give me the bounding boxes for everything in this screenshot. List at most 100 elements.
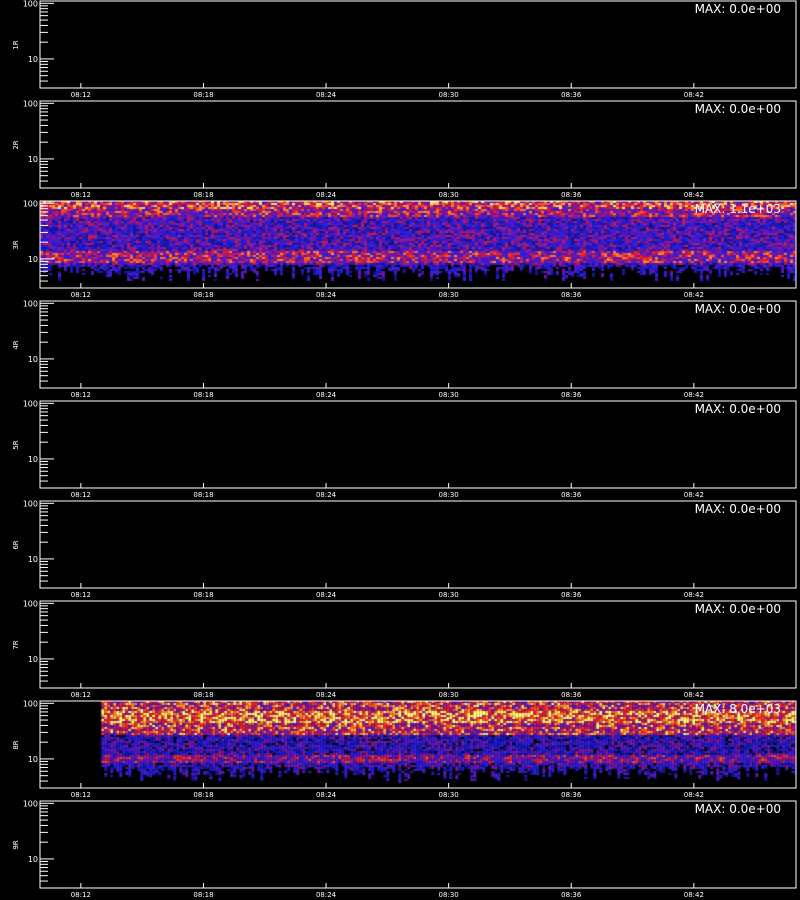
max-annotation: MAX: 0.0e+00 bbox=[695, 102, 781, 116]
panel-9r: 10 100 9R 08:12 08:18 08:24 08:30 08:36 08:42 MAX… bbox=[12, 799, 797, 899]
max-annotation: MAX: 0.0e+00 bbox=[695, 402, 781, 416]
x-tick-label: 08:12 bbox=[71, 91, 91, 99]
x-tick-label: 08:42 bbox=[684, 391, 704, 399]
panel-label: 8R bbox=[12, 740, 20, 749]
max-annotation: MAX: 0.0e+00 bbox=[695, 2, 781, 16]
x-tick-label: 08:24 bbox=[316, 191, 337, 199]
panel-frame bbox=[39, 600, 797, 689]
panel-8r: 10 100 8R 08:12 08:18 08:24 08:30 08:36 08:42 MAX… bbox=[12, 699, 797, 799]
y-tick-label: 100 bbox=[23, 499, 38, 508]
x-tick-label: 08:36 bbox=[561, 891, 582, 899]
x-tick-label: 08:42 bbox=[684, 491, 704, 499]
panel-label: 9R bbox=[12, 840, 20, 849]
x-tick-label: 08:18 bbox=[193, 891, 213, 899]
panel-frame bbox=[39, 100, 797, 189]
x-tick-label: 08:12 bbox=[71, 291, 91, 299]
x-tick-label: 08:18 bbox=[193, 191, 213, 199]
x-tick-label: 08:30 bbox=[439, 691, 459, 699]
x-tick-label: 08:18 bbox=[193, 291, 213, 299]
x-tick-label: 08:24 bbox=[316, 391, 337, 399]
y-axis: 10 100 bbox=[23, 99, 54, 189]
panel-frame bbox=[39, 400, 797, 489]
x-tick-label: 08:42 bbox=[684, 891, 704, 899]
panel-6r: 10 100 6R 08:12 08:18 08:24 08:30 08:36 08:42 MAX… bbox=[12, 499, 797, 599]
panel-frame bbox=[39, 500, 797, 589]
x-tick-label: 08:42 bbox=[684, 191, 704, 199]
x-tick-label: 08:12 bbox=[71, 491, 91, 499]
y-axis: 10 100 bbox=[23, 299, 54, 389]
heatmap-image bbox=[40, 201, 796, 288]
y-tick-label: 100 bbox=[23, 799, 38, 808]
y-tick-label: 100 bbox=[23, 199, 38, 208]
x-tick-label: 08:42 bbox=[684, 691, 704, 699]
x-tick-label: 08:24 bbox=[316, 691, 337, 699]
y-tick-label: 10 bbox=[28, 655, 38, 664]
x-tick-label: 08:30 bbox=[439, 291, 459, 299]
x-axis: 08:12 08:18 08:24 08:30 08:36 08:42 bbox=[71, 83, 704, 99]
x-tick-label: 08:36 bbox=[561, 391, 582, 399]
panel-label: 4R bbox=[12, 340, 20, 349]
y-tick-label: 100 bbox=[23, 299, 38, 308]
y-axis: 10 100 bbox=[23, 0, 54, 89]
x-axis: 08:12 08:18 08:24 08:30 08:36 08:42 bbox=[71, 683, 704, 699]
y-axis: 10 100 bbox=[23, 499, 54, 589]
y-axis: 10 100 bbox=[23, 599, 54, 689]
y-axis: 10 100 bbox=[23, 399, 54, 489]
panel-label: 5R bbox=[12, 440, 20, 449]
x-tick-label: 08:18 bbox=[193, 91, 213, 99]
panel-frame bbox=[39, 800, 797, 889]
x-tick-label: 08:12 bbox=[71, 591, 91, 599]
panel-1r: 10 100 1R 08:12 08:18 08:24 08:30 08:36 08:42 MAX… bbox=[12, 0, 797, 99]
x-axis: 08:12 08:18 08:24 08:30 08:36 08:42 bbox=[71, 183, 704, 199]
x-tick-label: 08:18 bbox=[193, 491, 213, 499]
x-tick-label: 08:42 bbox=[684, 291, 704, 299]
x-tick-label: 08:30 bbox=[439, 791, 459, 799]
panel-label: 3R bbox=[12, 240, 20, 249]
x-tick-label: 08:42 bbox=[684, 91, 704, 99]
x-axis: 08:12 08:18 08:24 08:30 08:36 08:42 bbox=[71, 883, 704, 899]
heatmap-image bbox=[40, 701, 796, 788]
x-axis: 08:12 08:18 08:24 08:30 08:36 08:42 bbox=[71, 383, 704, 399]
x-tick-label: 08:30 bbox=[439, 91, 459, 99]
x-tick-label: 08:18 bbox=[193, 591, 213, 599]
x-tick-label: 08:36 bbox=[561, 591, 582, 599]
x-tick-label: 08:12 bbox=[71, 691, 91, 699]
x-tick-label: 08:18 bbox=[193, 391, 213, 399]
x-tick-label: 08:36 bbox=[561, 491, 582, 499]
max-annotation: MAX: 0.0e+00 bbox=[695, 602, 781, 616]
x-tick-label: 08:30 bbox=[439, 591, 459, 599]
x-tick-label: 08:36 bbox=[561, 291, 582, 299]
x-tick-label: 08:12 bbox=[71, 391, 91, 399]
panel-5r: 10 100 5R 08:12 08:18 08:24 08:30 08:36 08:42 MAX… bbox=[12, 399, 797, 499]
x-tick-label: 08:12 bbox=[71, 191, 91, 199]
max-annotation: MAX: 8.0e+03 bbox=[695, 702, 781, 716]
x-tick-label: 08:42 bbox=[684, 791, 704, 799]
x-tick-label: 08:30 bbox=[439, 891, 459, 899]
panel-frame bbox=[39, 300, 797, 389]
x-axis: 08:12 08:18 08:24 08:30 08:36 08:42 bbox=[71, 583, 704, 599]
x-tick-label: 08:24 bbox=[316, 591, 337, 599]
panel-3r: 10 100 3R 08:12 08:18 08:24 08:30 08:36 08:42 MAX… bbox=[12, 199, 797, 299]
y-tick-label: 10 bbox=[28, 855, 38, 864]
y-tick-label: 100 bbox=[23, 599, 38, 608]
y-tick-label: 100 bbox=[23, 99, 38, 108]
y-tick-label: 10 bbox=[28, 455, 38, 464]
panel-label: 7R bbox=[12, 640, 20, 649]
panel-2r: 10 100 2R 08:12 08:18 08:24 08:30 08:36 08:42 MAX… bbox=[12, 99, 797, 199]
y-tick-label: 10 bbox=[28, 155, 38, 164]
x-tick-label: 08:36 bbox=[561, 791, 582, 799]
y-tick-label: 100 bbox=[23, 0, 38, 8]
panel-7r: 10 100 7R 08:12 08:18 08:24 08:30 08:36 08:42 MAX… bbox=[12, 599, 797, 699]
y-tick-label: 10 bbox=[28, 355, 38, 364]
x-tick-label: 08:18 bbox=[193, 791, 213, 799]
x-tick-label: 08:24 bbox=[316, 91, 337, 99]
x-tick-label: 08:12 bbox=[71, 891, 91, 899]
x-tick-label: 08:36 bbox=[561, 91, 582, 99]
x-tick-label: 08:24 bbox=[316, 491, 337, 499]
panel-label: 2R bbox=[12, 140, 20, 149]
x-tick-label: 08:36 bbox=[561, 691, 582, 699]
y-tick-label: 10 bbox=[28, 55, 38, 64]
x-tick-label: 08:12 bbox=[71, 791, 91, 799]
y-axis: 10 100 bbox=[23, 799, 54, 889]
y-tick-label: 10 bbox=[28, 255, 38, 264]
